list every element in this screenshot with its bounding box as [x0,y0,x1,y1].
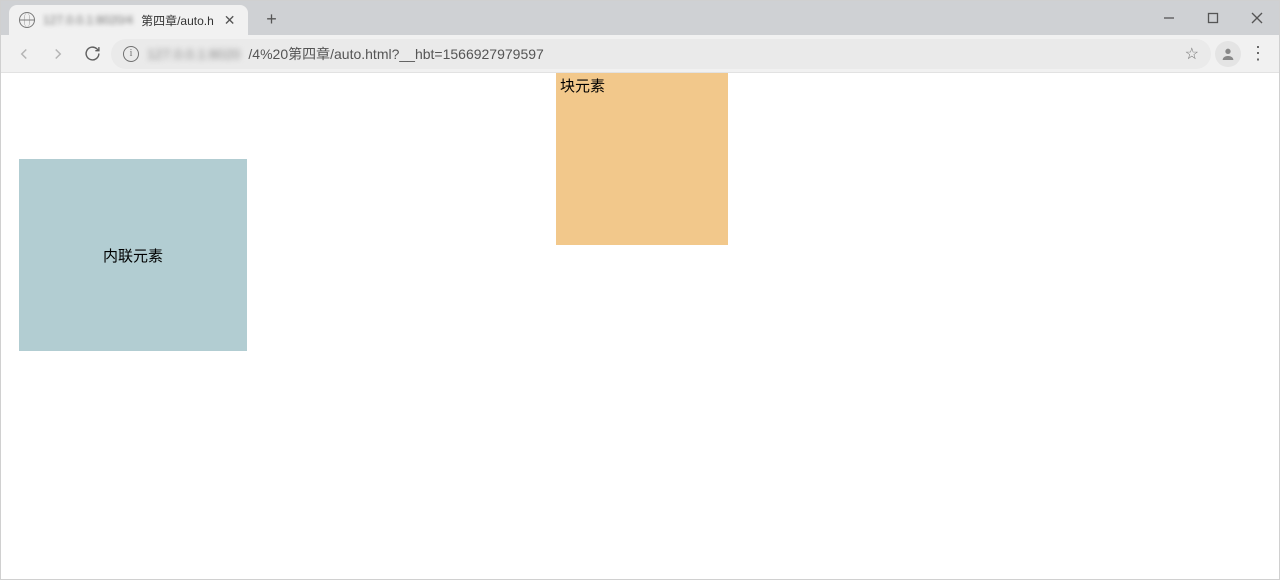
browser-toolbar: i 127.0.0.1:8020 /4%20第四章/auto.html?__hb… [1,35,1279,73]
bookmark-star-icon[interactable]: ☆ [1185,44,1199,64]
browser-tab-strip: 127.0.0.1:8020/4 第四章/auto.h ✕ + [1,1,1279,35]
site-info-icon[interactable]: i [123,46,139,62]
maximize-button[interactable] [1191,1,1235,35]
url-path: /4%20第四章/auto.html?__hbt=1566927979597 [248,44,543,64]
tab-title: 第四章/auto.h [141,12,214,29]
url-host-blurred: 127.0.0.1:8020 [147,46,240,62]
browser-tab[interactable]: 127.0.0.1:8020/4 第四章/auto.h ✕ [9,5,248,35]
globe-icon [19,12,35,28]
reload-button[interactable] [77,39,107,69]
block-element-box: 块元素 [556,73,728,245]
profile-avatar[interactable] [1215,41,1241,67]
address-bar[interactable]: i 127.0.0.1:8020 /4%20第四章/auto.html?__hb… [111,39,1211,69]
inline-element-box: 内联元素 [19,159,247,351]
page-viewport: 块元素 内联元素 [1,73,1279,579]
forward-button[interactable] [43,39,73,69]
new-tab-button[interactable]: + [258,5,286,33]
minimize-button[interactable] [1147,1,1191,35]
tab-title-blurred: 127.0.0.1:8020/4 [43,13,133,27]
window-controls [1147,1,1279,35]
close-tab-icon[interactable]: ✕ [222,11,238,29]
back-button[interactable] [9,39,39,69]
inline-element-label: 内联元素 [103,245,163,266]
browser-menu-button[interactable]: ⋮ [1245,39,1271,69]
close-window-button[interactable] [1235,1,1279,35]
block-element-label: 块元素 [560,78,605,95]
